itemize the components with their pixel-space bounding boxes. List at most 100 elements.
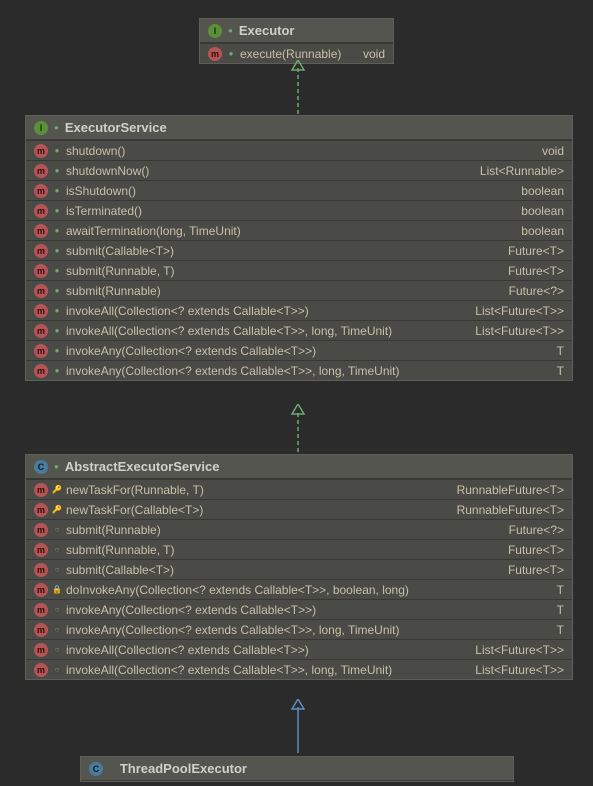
method-signature: isShutdown() [66,184,511,198]
method-return: Future<T> [502,264,564,278]
class-title: ExecutorService [65,120,167,135]
method-icon: m [34,344,48,358]
method-row[interactable]: m●shutdown()void [26,140,572,160]
abstract-marker-icon: ● [52,326,62,336]
method-row[interactable]: m●submit(Callable<T>)Future<T> [26,240,572,260]
method-icon: m [34,204,48,218]
method-signature: submit(Runnable, T) [66,543,498,557]
method-signature: submit(Runnable) [66,284,499,298]
method-row[interactable]: m●submit(Runnable)Future<?> [26,280,572,300]
method-row[interactable]: m○invokeAny(Collection<? extends Callabl… [26,599,572,619]
lock-icon: 🔒 [52,585,62,595]
open-icon: ○ [52,665,62,675]
method-row[interactable]: m●invokeAny(Collection<? extends Callabl… [26,340,572,360]
method-icon: m [34,563,48,577]
method-signature: invokeAll(Collection<? extends Callable<… [66,643,465,657]
abstract-marker-icon: ● [228,26,233,35]
method-return: T [551,583,564,597]
open-icon: ○ [52,545,62,555]
method-signature: invokeAll(Collection<? extends Callable<… [66,304,465,318]
method-signature: newTaskFor(Callable<T>) [66,503,447,517]
class-header: I ● Executor [200,19,393,43]
method-icon: m [34,543,48,557]
method-return: List<Future<T>> [469,304,564,318]
open-icon: ○ [52,645,62,655]
class-icon: C [34,460,48,474]
method-signature: submit(Callable<T>) [66,244,498,258]
method-signature: execute(Runnable) [240,47,353,61]
method-row[interactable]: m●invokeAny(Collection<? extends Callabl… [26,360,572,380]
implements-arrow [290,404,306,454]
abstract-marker-icon: ● [52,186,62,196]
method-icon: m [34,264,48,278]
class-abstract-executor-service[interactable]: C ● AbstractExecutorService m 🔑 newTaskFor… [25,454,573,680]
method-return: Future<?> [503,284,564,298]
method-icon: m [34,503,48,517]
method-icon: m [34,224,48,238]
class-header: C ● ThreadPoolExecutor [81,757,513,781]
method-row[interactable]: m●isShutdown()boolean [26,180,572,200]
abstract-marker-icon: ● [52,266,62,276]
method-row[interactable]: m●invokeAll(Collection<? extends Callabl… [26,300,572,320]
method-return: T [551,623,564,637]
method-row[interactable]: m●isTerminated()boolean [26,200,572,220]
method-row[interactable]: m ○ submit(Runnable, T) Future<T> [26,539,572,559]
interface-icon: I [208,24,222,38]
method-row[interactable]: m ● submit(Runnable, T) Future<T> [26,260,572,280]
method-row[interactable]: m○invokeAll(Collection<? extends Callabl… [26,659,572,679]
class-icon: C [89,762,103,776]
method-signature: isTerminated() [66,204,511,218]
method-return: Future<T> [502,563,564,577]
method-signature: shutdownNow() [66,164,470,178]
method-return: void [357,47,385,61]
method-return: Future<T> [502,543,564,557]
method-row[interactable]: m●invokeAll(Collection<? extends Callabl… [26,320,572,340]
method-row[interactable]: m●awaitTermination(long, TimeUnit)boolea… [26,220,572,240]
abstract-marker-icon: ● [52,246,62,256]
class-title: AbstractExecutorService [65,459,220,474]
method-row[interactable]: m🔒doInvokeAny(Collection<? extends Calla… [26,579,572,599]
key-icon: 🔑 [52,505,62,515]
method-return: List<Future<T>> [469,643,564,657]
method-signature: submit(Callable<T>) [66,563,498,577]
key-icon: 🔑 [52,485,62,495]
abstract-marker-icon: ● [52,306,62,316]
method-row[interactable]: m🔑newTaskFor(Runnable, T)RunnableFuture<… [26,479,572,499]
method-icon: m [34,643,48,657]
method-return: RunnableFuture<T> [451,503,564,517]
method-signature: submit(Runnable, T) [66,264,498,278]
method-signature: awaitTermination(long, TimeUnit) [66,224,511,238]
abstract-marker-icon: ● [52,366,62,376]
method-signature: shutdown() [66,144,532,158]
open-icon: ○ [52,525,62,535]
method-signature: invokeAny(Collection<? extends Callable<… [66,603,547,617]
class-executor[interactable]: I ● Executor m ● execute(Runnable) void [199,18,394,64]
class-thread-pool-executor[interactable]: C ● ThreadPoolExecutor [80,756,514,782]
method-row[interactable]: m ○ invokeAll(Collection<? extends Callabl… [26,639,572,659]
method-return: RunnableFuture<T> [451,483,564,497]
abstract-marker-icon: ● [52,146,62,156]
method-row[interactable]: m ● execute(Runnable) void [200,43,393,63]
class-header: C ● AbstractExecutorService [26,455,572,479]
abstract-marker-icon: ● [54,123,59,132]
abstract-marker-icon: ● [52,206,62,216]
method-return: List<Future<T>> [469,324,564,338]
method-signature: doInvokeAny(Collection<? extends Callabl… [66,583,547,597]
abstract-marker-icon: ● [226,49,236,59]
method-icon: m [34,144,48,158]
method-row[interactable]: m○submit(Callable<T>)Future<T> [26,559,572,579]
method-icon: m [34,364,48,378]
method-row[interactable]: m○invokeAny(Collection<? extends Callabl… [26,619,572,639]
implements-arrow [290,60,306,116]
method-return: boolean [515,184,564,198]
method-icon: m [34,483,48,497]
abstract-marker-icon: ● [52,346,62,356]
method-icon: m [34,244,48,258]
class-executor-service[interactable]: I ● ExecutorService m●shutdown()voidm●sh… [25,115,573,381]
method-row[interactable]: m 🔑 newTaskFor(Callable<T>) RunnableFuture<… [26,499,572,519]
method-row[interactable]: m●shutdownNow()List<Runnable> [26,160,572,180]
method-return: List<Future<T>> [469,663,564,677]
method-icon: m [34,284,48,298]
method-row[interactable]: m○submit(Runnable)Future<?> [26,519,572,539]
method-icon: m [34,324,48,338]
